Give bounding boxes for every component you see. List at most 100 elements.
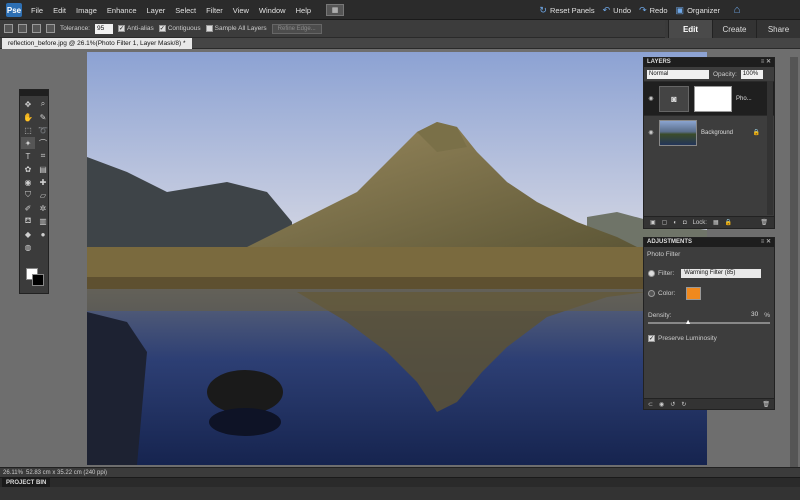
intersect-selection-icon[interactable] [46,24,55,33]
smart-brush-icon[interactable]: ✲ [36,202,50,214]
lasso-tool-icon[interactable]: ➰ [36,124,50,136]
panel-menu-icon[interactable]: ≡ ✕ [761,58,771,67]
trash-icon[interactable]: 🗑 [762,401,770,408]
new-selection-icon[interactable] [4,24,13,33]
clip-layer-icon[interactable]: ⊂ [648,401,653,408]
zoom-tool-icon[interactable]: ⌕ [36,98,50,110]
menu-filter[interactable]: Filter [201,6,228,15]
menu-image[interactable]: Image [71,6,102,15]
new-group-icon[interactable]: ▢ [662,219,668,226]
panel-menu-icon[interactable]: ≡ ✕ [761,238,771,247]
marquee-tool-icon[interactable]: ⬚ [21,124,35,136]
hand-tool-icon[interactable]: ✋ [21,111,35,123]
lock-all-icon[interactable]: 🔒 [725,219,732,226]
photo-canvas[interactable] [87,52,707,465]
visibility-icon[interactable]: ◉ [659,401,664,408]
layer-row-photo-filter[interactable]: ◉ ◙ Pho... [644,81,774,115]
undo-label: Undo [613,5,632,15]
brush-tool-icon[interactable]: ✐ [21,202,35,214]
undo-button[interactable]: ↶ Undo [603,5,631,16]
menu-window[interactable]: Window [254,6,291,15]
menu-help[interactable]: Help [291,6,316,15]
add-selection-icon[interactable] [18,24,27,33]
adjustments-panel-header[interactable]: ADJUSTMENTS ≡ ✕ [644,238,774,247]
sponge-tool-icon[interactable]: ◍ [21,241,35,253]
straighten-tool-icon[interactable]: ▤ [36,163,50,175]
refine-edge-button[interactable]: Refine Edge... [271,23,322,34]
gradient-tool-icon[interactable]: ▥ [36,215,50,227]
layer-mask-thumbnail[interactable] [694,85,732,112]
layers-panel-header[interactable]: LAYERS ≡ ✕ [644,58,774,67]
color-radio[interactable] [648,290,655,297]
crop-tool-icon[interactable]: ⌗ [36,150,50,162]
background-color-swatch[interactable] [32,274,44,286]
magic-wand-tool-icon[interactable]: ✦ [21,137,35,149]
type-tool-icon[interactable]: T [21,150,35,162]
tab-edit[interactable]: Edit [668,20,712,38]
menu-layer[interactable]: Layer [142,6,171,15]
subtract-selection-icon[interactable] [32,24,41,33]
paint-bucket-icon[interactable]: ⛾ [21,215,35,227]
red-eye-tool-icon[interactable]: ◉ [21,176,35,188]
tab-create[interactable]: Create [712,20,756,38]
status-bar: 26.11% 52.83 cm x 35.22 cm (240 ppi) [0,467,800,477]
preserve-luminosity-checkbox[interactable]: ✓ [648,335,655,342]
menu-enhance[interactable]: Enhance [102,6,142,15]
clone-stamp-icon[interactable]: ⛉ [21,189,35,201]
organizer-button[interactable]: ▣ Organizer [676,5,720,16]
layers-scrollbar[interactable] [767,81,773,215]
panel-bin-scrollbar[interactable] [790,57,798,467]
sample-all-layers-checkbox[interactable]: Sample All Layers [205,25,267,32]
camera-icon: ◙ [671,93,677,104]
menu-file[interactable]: File [26,6,48,15]
healing-brush-icon[interactable]: ✚ [36,176,50,188]
opacity-input[interactable]: 100% [740,69,763,79]
adjustment-layer-icon[interactable]: ◐ [673,220,677,226]
filter-color-swatch[interactable] [686,287,702,300]
new-layer-icon[interactable]: ▣ [650,219,656,226]
layer-name: Pho... [736,95,752,102]
menu-edit[interactable]: Edit [48,6,71,15]
check-icon: ✓ [118,25,125,32]
menu-view[interactable]: View [228,6,254,15]
opacity-label: Opacity: [713,70,737,78]
anti-alias-label: Anti-alias [127,25,154,32]
blur-tool-icon[interactable]: ● [36,228,50,240]
tool-options-bar: Tolerance: 95 ✓ Anti-alias ✓ Contiguous Sa… [0,20,665,38]
zoom-level[interactable]: 26.11% [0,470,23,476]
cookie-cutter-icon[interactable]: ✿ [21,163,35,175]
mask-icon[interactable]: ◘ [683,220,687,226]
eye-icon[interactable]: ◉ [646,129,656,136]
density-slider-thumb[interactable]: ▲ [685,319,692,326]
filter-select[interactable]: Warming Filter (85) [681,269,762,278]
eyedropper-tool-icon[interactable]: ✎ [36,111,50,123]
eye-icon[interactable]: ◉ [646,95,656,102]
tolerance-input[interactable]: 95 [95,23,113,34]
anti-alias-checkbox[interactable]: ✓ Anti-alias [118,25,154,32]
reset-icon: ↻ [539,4,547,15]
move-tool-icon[interactable]: ✥ [21,98,35,110]
layer-row-background[interactable]: ◉ Background 🔒 [644,115,774,149]
home-icon[interactable]: ⌂ [730,3,744,17]
menu-bar: Pse File Edit Image Enhance Layer Select… [0,0,800,20]
lock-transparent-icon[interactable]: ▦ [713,219,719,226]
arrange-documents-button[interactable]: ▦ [326,4,345,16]
redo-icon: ↷ [639,4,647,15]
eraser-tool-icon[interactable]: ▱ [36,189,50,201]
density-input[interactable]: 30 [738,311,759,319]
selection-brush-icon[interactable]: ⌒ [36,137,50,149]
contiguous-checkbox[interactable]: ✓ Contiguous [158,25,201,32]
menu-select[interactable]: Select [170,6,201,15]
reset-icon[interactable]: ↻ [681,401,686,408]
density-slider[interactable]: ▲ [648,319,770,326]
trash-icon[interactable]: 🗑 [760,219,768,226]
previous-state-icon[interactable]: ↺ [670,401,675,408]
preserve-luminosity-label: Preserve Luminosity [658,335,717,342]
blend-mode-select[interactable]: Normal [647,69,709,79]
filter-radio[interactable] [648,270,655,277]
document-tab[interactable]: reflection_before.jpg @ 26.1%(Photo Filt… [2,38,192,49]
redo-button[interactable]: ↷ Redo [639,5,667,16]
shape-tool-icon[interactable]: ◆ [21,228,35,240]
tab-share[interactable]: Share [756,20,800,38]
reset-panels-button[interactable]: ↻ Reset Panels [539,5,594,16]
